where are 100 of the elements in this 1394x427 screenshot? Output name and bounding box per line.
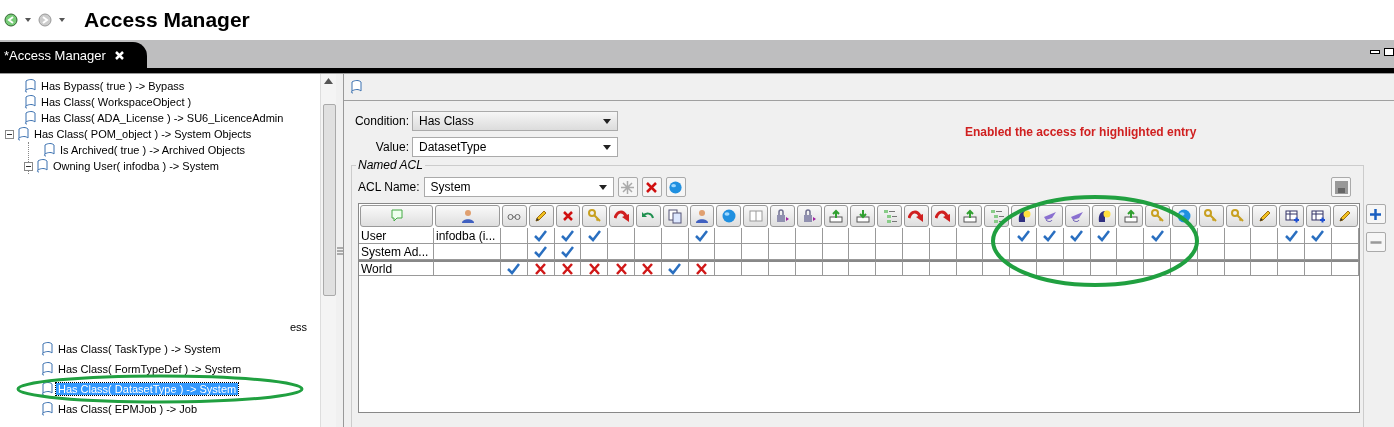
close-icon[interactable] <box>113 49 125 61</box>
permission-cell[interactable] <box>983 244 1011 260</box>
permission-cell[interactable] <box>1170 260 1198 276</box>
permission-cell[interactable] <box>768 244 796 260</box>
permission-cell[interactable] <box>715 244 743 260</box>
permission-cell[interactable] <box>742 228 769 244</box>
permission-cell[interactable] <box>1251 228 1279 244</box>
tree-item[interactable]: Has Class( WorkspaceObject ) <box>39 96 194 108</box>
permission-cell[interactable] <box>902 260 930 276</box>
permission-cell[interactable] <box>581 260 609 276</box>
permission-cell[interactable] <box>581 244 609 260</box>
tree-item[interactable]: Has Class( ADA_License ) -> SU6_LicenceAdmin <box>39 112 286 124</box>
caret-icon[interactable] <box>24 16 32 24</box>
permission-cell[interactable] <box>1251 260 1279 276</box>
tree-item[interactable]: Has Class( POM_object ) -> System Objects <box>32 128 254 140</box>
permission-cell[interactable] <box>1278 260 1305 276</box>
permission-cell[interactable] <box>849 228 877 244</box>
permission-cell[interactable] <box>822 228 850 244</box>
permission-cell[interactable] <box>929 260 957 276</box>
permission-cell[interactable] <box>581 228 609 244</box>
collapse-icon[interactable] <box>24 161 33 171</box>
permission-cell[interactable] <box>1197 228 1225 244</box>
scrollbar[interactable] <box>320 74 336 427</box>
value-dropdown[interactable]: DatasetType <box>412 137 618 157</box>
permission-cell[interactable] <box>1144 260 1171 276</box>
permission-cell[interactable] <box>527 228 555 244</box>
permission-cell[interactable] <box>1224 244 1252 260</box>
permission-cell[interactable] <box>1117 260 1145 276</box>
permission-cell[interactable] <box>822 260 850 276</box>
permission-cell[interactable] <box>876 244 903 260</box>
permission-cell[interactable] <box>956 244 984 260</box>
tree-item[interactable]: Has Bypass( true ) -> Bypass <box>39 80 187 92</box>
permission-cell[interactable] <box>929 228 957 244</box>
minimize-icon[interactable] <box>1370 48 1380 56</box>
permission-cell[interactable] <box>929 244 957 260</box>
permission-cell[interactable] <box>822 244 850 260</box>
column-header[interactable] <box>435 205 500 227</box>
permission-cell[interactable] <box>635 228 662 244</box>
permission-cell[interactable] <box>1331 228 1359 244</box>
permission-cell[interactable] <box>1304 244 1332 260</box>
grip-icon[interactable] <box>336 246 343 255</box>
permission-cell[interactable] <box>849 260 877 276</box>
column-header[interactable] <box>930 205 956 227</box>
permission-cell[interactable] <box>527 244 555 260</box>
remove-button[interactable] <box>1365 232 1386 252</box>
permission-cell[interactable] <box>1063 244 1091 260</box>
permission-cell[interactable] <box>1090 244 1118 260</box>
permission-cell[interactable] <box>1117 244 1145 260</box>
back-icon[interactable] <box>4 13 18 27</box>
permission-cell[interactable] <box>795 260 823 276</box>
column-header[interactable] <box>555 205 581 227</box>
permission-cell[interactable] <box>956 260 984 276</box>
permission-cell[interactable] <box>1090 228 1118 244</box>
permission-cell[interactable] <box>1304 228 1332 244</box>
permission-cell[interactable] <box>1036 228 1064 244</box>
permission-cell[interactable] <box>1197 260 1225 276</box>
permission-cell[interactable] <box>661 244 689 260</box>
permission-cell[interactable] <box>715 228 743 244</box>
permission-cell[interactable] <box>1036 244 1064 260</box>
permission-cell[interactable] <box>742 244 769 260</box>
permission-cell[interactable] <box>688 260 716 276</box>
permission-cell[interactable] <box>1251 244 1279 260</box>
permission-cell[interactable] <box>661 260 689 276</box>
permission-cell[interactable] <box>501 228 528 244</box>
permission-cell[interactable] <box>902 244 930 260</box>
tree-item[interactable]: Has Class( EPMJob ) -> Job <box>56 403 200 415</box>
permission-cell[interactable] <box>554 260 582 276</box>
permission-cell[interactable] <box>1090 260 1118 276</box>
forward-icon[interactable] <box>38 13 52 27</box>
permission-cell[interactable] <box>1331 244 1359 260</box>
permission-cell[interactable] <box>1304 260 1332 276</box>
acl-dropdown[interactable]: System <box>423 177 614 197</box>
permission-cell[interactable] <box>1278 228 1305 244</box>
column-header[interactable] <box>903 205 929 227</box>
permission-cell[interactable] <box>1144 244 1171 260</box>
info-button[interactable] <box>665 177 686 197</box>
permission-cell[interactable] <box>768 260 796 276</box>
permission-cell[interactable] <box>635 260 662 276</box>
column-header[interactable] <box>1279 205 1304 227</box>
permission-cell[interactable] <box>849 244 877 260</box>
maximize-icon[interactable] <box>1384 48 1394 56</box>
permission-cell[interactable] <box>876 260 903 276</box>
tree-item[interactable]: Has Class( TaskType ) -> System <box>56 343 223 355</box>
permission-cell[interactable] <box>1224 228 1252 244</box>
permission-cell[interactable] <box>501 260 528 276</box>
permission-cell[interactable] <box>983 228 1011 244</box>
save-button[interactable] <box>1331 177 1351 197</box>
permission-cell[interactable] <box>768 228 796 244</box>
permission-cell[interactable] <box>742 260 769 276</box>
permission-cell[interactable] <box>635 244 662 260</box>
scroll-up-icon[interactable] <box>324 78 333 84</box>
permission-cell[interactable] <box>1010 260 1037 276</box>
permission-cell[interactable] <box>1224 260 1252 276</box>
permission-cell[interactable] <box>1117 228 1145 244</box>
permission-cell[interactable] <box>661 228 689 244</box>
delete-button[interactable] <box>641 177 662 197</box>
permission-cell[interactable] <box>1063 228 1091 244</box>
column-header[interactable] <box>1091 205 1117 227</box>
column-header[interactable] <box>689 205 715 227</box>
permission-cell[interactable] <box>876 228 903 244</box>
